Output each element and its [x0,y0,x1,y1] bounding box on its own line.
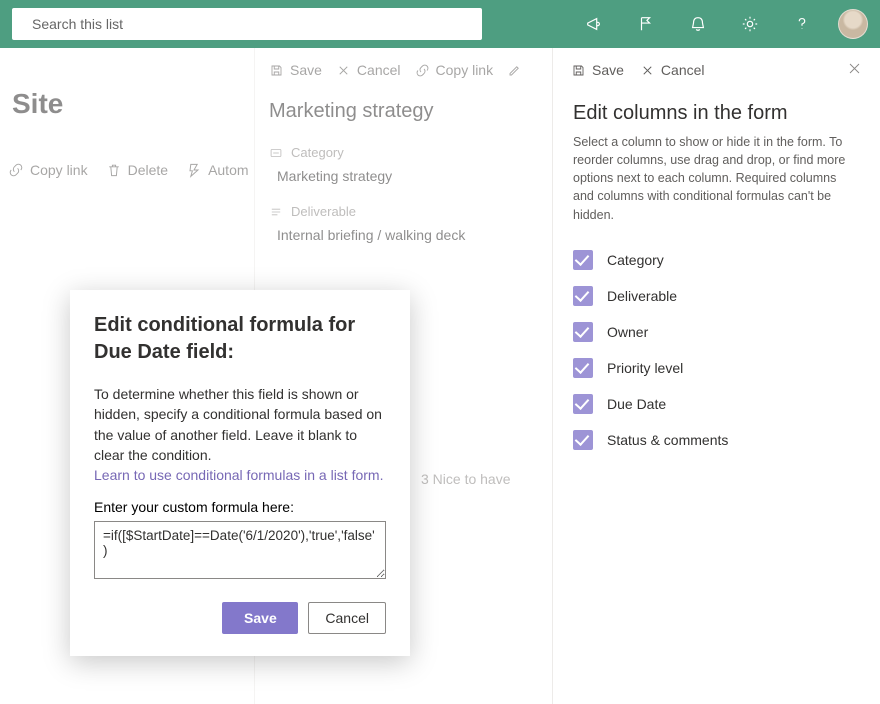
megaphone-icon[interactable] [572,0,616,48]
edit-columns-panel: Save Cancel Edit columns in the form Sel… [552,48,880,704]
avatar[interactable] [838,9,868,39]
search-box[interactable] [12,8,482,40]
panel-save-label: Save [592,62,624,78]
dialog-cancel-button[interactable]: Cancel [308,602,386,634]
panel-cancel-label: Cancel [661,62,705,78]
column-item[interactable]: Status & comments [573,422,860,458]
panel-description: Select a column to show or hide it in th… [553,133,880,238]
formula-input[interactable] [94,521,386,579]
checkbox[interactable] [573,394,593,414]
gear-icon[interactable] [728,0,772,48]
column-item[interactable]: Category [573,242,860,278]
column-label: Due Date [607,396,666,412]
dialog-buttons: Save Cancel [94,602,386,634]
dialog-save-button[interactable]: Save [222,602,298,634]
panel-cancel-button[interactable]: Cancel [640,62,705,78]
bell-icon[interactable] [676,0,720,48]
column-label: Status & comments [607,432,728,448]
checkbox[interactable] [573,286,593,306]
panel-toolbar: Save Cancel [553,48,880,92]
column-item[interactable]: Owner [573,314,860,350]
app-header [0,0,880,48]
column-label: Owner [607,324,648,340]
help-icon[interactable] [780,0,824,48]
panel-title: Edit columns in the form [553,92,880,133]
formula-input-label: Enter your custom formula here: [94,499,386,515]
checkbox[interactable] [573,322,593,342]
column-label: Category [607,252,664,268]
column-label: Deliverable [607,288,677,304]
column-list: Category Deliverable Owner Priority level Du… [553,238,880,462]
checkbox[interactable] [573,250,593,270]
help-link[interactable]: Learn to use conditional formulas in a l… [94,465,386,485]
close-icon[interactable] [847,61,862,79]
checkbox[interactable] [573,430,593,450]
column-item[interactable]: Priority level [573,350,860,386]
column-item[interactable]: Deliverable [573,278,860,314]
search-input[interactable] [32,16,472,32]
column-label: Priority level [607,360,683,376]
checkbox[interactable] [573,358,593,378]
flag-icon[interactable] [624,0,668,48]
dialog-body: To determine whether this field is shown… [94,384,386,465]
dialog-title: Edit conditional formula for Due Date fi… [94,312,386,366]
column-item[interactable]: Due Date [573,386,860,422]
conditional-formula-dialog: Edit conditional formula for Due Date fi… [70,290,410,656]
panel-save-button[interactable]: Save [571,62,624,78]
